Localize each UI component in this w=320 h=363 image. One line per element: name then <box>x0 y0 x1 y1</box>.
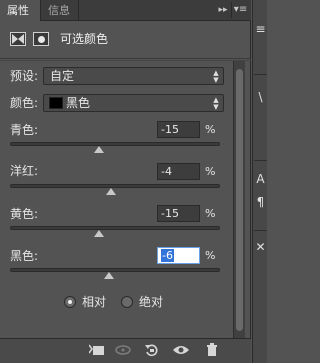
cyan-slider-thumb[interactable] <box>94 146 105 153</box>
yellow-slider-track[interactable] <box>10 226 220 230</box>
dock-divider <box>254 160 267 161</box>
black-slider-track[interactable] <box>10 268 220 272</box>
yellow-unit: % <box>205 207 216 220</box>
cyan-unit: % <box>205 123 216 136</box>
collapse-panel-icon[interactable]: ▸▸ <box>216 0 230 21</box>
layer-mask-icon[interactable] <box>33 32 49 46</box>
divider <box>0 60 251 61</box>
colors-value: 黑色 <box>66 96 91 110</box>
trash-icon[interactable] <box>203 343 221 359</box>
reset-icon[interactable] <box>143 343 161 359</box>
magenta-unit: % <box>205 165 216 178</box>
updown-arrows-icon: ▲ ▼ <box>213 69 219 84</box>
tab-info[interactable]: 信息 <box>41 0 79 21</box>
dock-divider <box>254 74 267 75</box>
dock-layers-icon[interactable]: ≡ <box>254 20 267 38</box>
view-previous-icon[interactable] <box>114 343 132 359</box>
preset-value: 自定 <box>50 69 75 83</box>
relative-radio[interactable] <box>64 296 76 308</box>
magenta-input[interactable]: -4 <box>157 163 200 180</box>
preset-select[interactable]: 自定 ▲ ▼ <box>43 67 224 85</box>
cyan-input[interactable]: -15 <box>157 121 200 138</box>
panel-header: 可选颜色 <box>0 21 251 59</box>
yellow-input[interactable]: -15 <box>157 205 200 222</box>
black-input-selection: -6 <box>161 249 174 262</box>
clip-to-layer-icon[interactable] <box>88 343 106 359</box>
colors-label: 颜色: <box>10 96 39 110</box>
dock-brush-icon[interactable]: \ <box>254 88 267 106</box>
absolute-label: 绝对 <box>139 295 164 309</box>
panel-title: 可选颜色 <box>60 32 109 46</box>
scrollbar-thumb[interactable] <box>236 69 243 331</box>
relative-label: 相对 <box>82 295 107 309</box>
magenta-slider-thumb[interactable] <box>105 188 116 195</box>
vertical-scrollbar[interactable] <box>233 61 245 338</box>
dock-tools-icon[interactable]: ✕ <box>254 238 267 256</box>
visibility-eye-icon[interactable] <box>172 343 190 359</box>
panel-menu-icon[interactable]: ▾≡ <box>231 2 249 18</box>
black-unit: % <box>205 249 216 262</box>
dock-divider <box>254 230 267 231</box>
yellow-slider-thumb[interactable] <box>94 230 105 237</box>
magenta-label: 洋红: <box>10 164 39 178</box>
black-slider-thumb[interactable] <box>103 272 114 279</box>
updown-arrows-icon: ▲ ▼ <box>213 96 219 111</box>
dock-paragraph-icon[interactable]: ¶ <box>254 193 267 211</box>
bottom-toolbar <box>0 338 251 363</box>
adjustment-icon[interactable] <box>10 32 26 46</box>
colors-select[interactable]: 黑色 ▲ ▼ <box>43 94 224 112</box>
absolute-radio[interactable] <box>121 296 133 308</box>
right-dock: ≡ \ A ¶ ✕ <box>252 0 267 363</box>
preset-label: 预设: <box>10 69 39 83</box>
black-input[interactable]: -6 <box>157 247 200 264</box>
black-label: 黑色: <box>10 249 39 263</box>
cyan-slider-track[interactable] <box>10 142 220 146</box>
properties-panel: 属性 信息 ▸▸ ▾≡ 可选颜色 预设: 自定 ▲ ▼ 颜色: 黑色 ▲ ▼ 青色:… <box>0 0 251 363</box>
tab-properties[interactable]: 属性 <box>0 0 41 21</box>
tab-bar: 属性 信息 ▸▸ ▾≡ <box>0 0 251 21</box>
dock-character-icon[interactable]: A <box>254 170 267 188</box>
cyan-label: 青色: <box>10 123 39 137</box>
yellow-label: 黄色: <box>10 207 39 221</box>
color-swatch <box>49 97 63 109</box>
